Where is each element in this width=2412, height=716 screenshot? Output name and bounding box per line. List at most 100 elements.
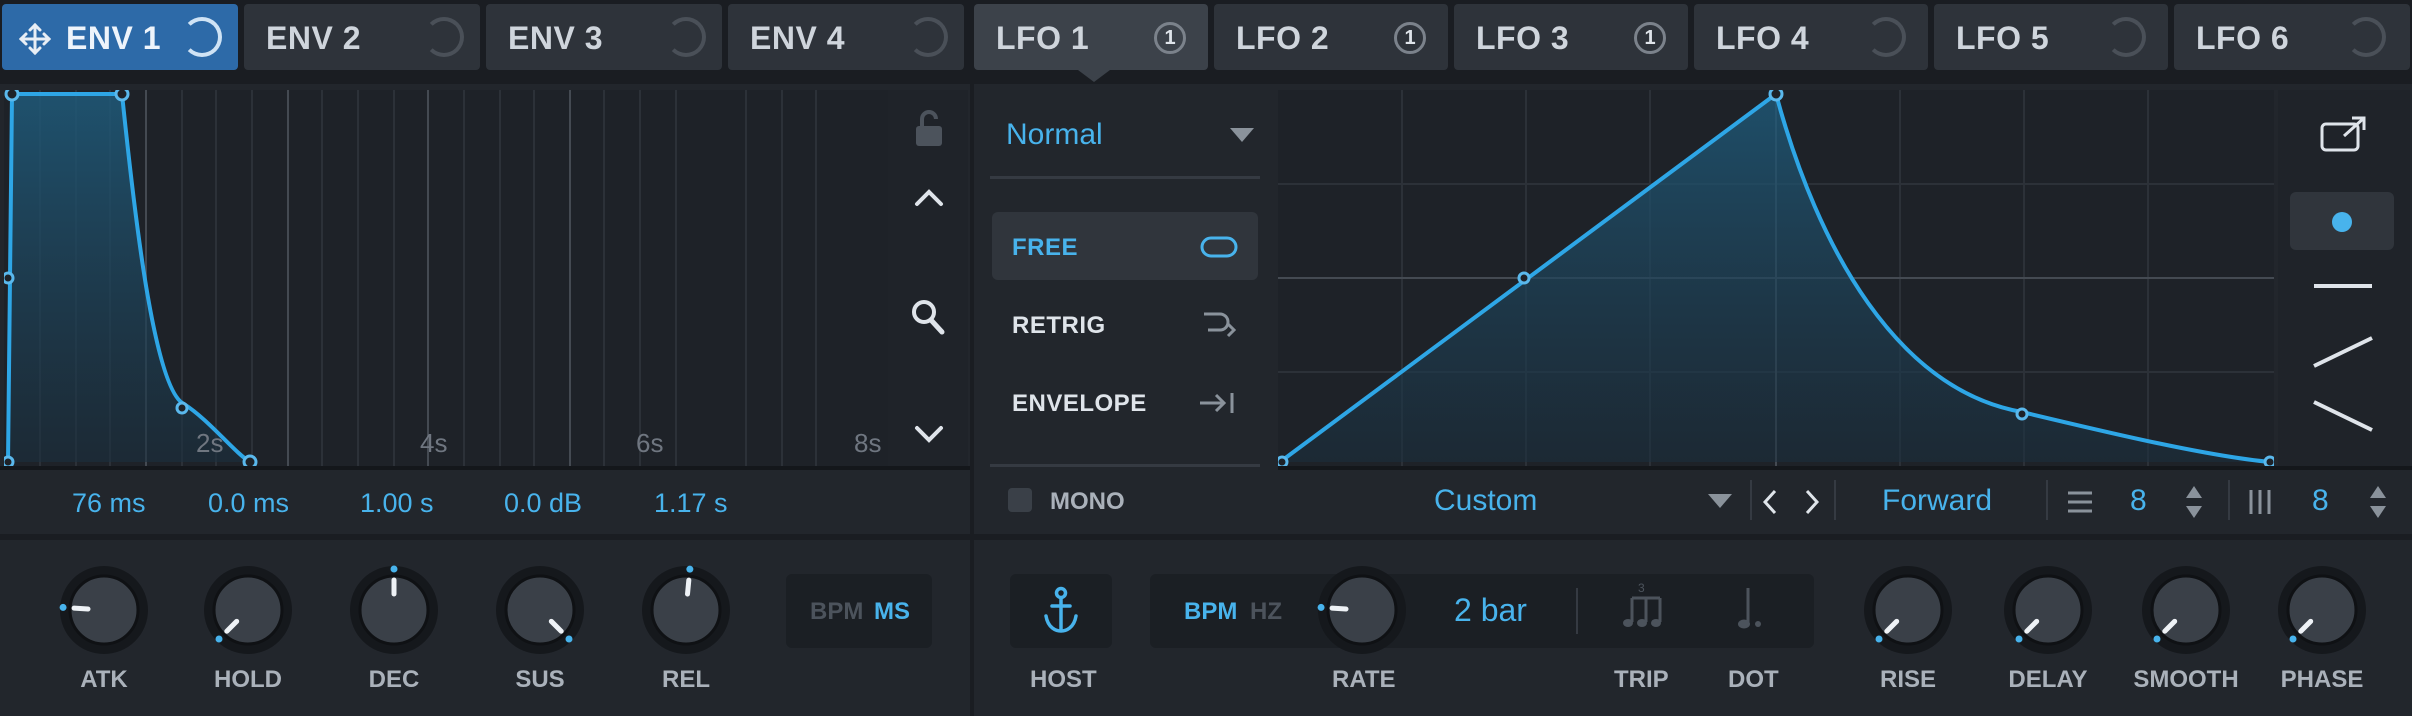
divider [990,464,1260,467]
tab-lfo-1[interactable]: LFO 1 1 [974,4,1208,70]
knob-indicator [685,577,692,597]
trigger-free[interactable]: FREE [992,212,1258,280]
trigger-envelope[interactable]: ENVELOPE [992,368,1258,436]
envelope-graph[interactable] [4,90,888,466]
previous-preset-icon[interactable] [1760,488,1780,516]
caret-down-icon [1230,128,1254,142]
knob-value-marker [1875,635,1883,643]
bpm-option[interactable]: BPM [1184,598,1237,626]
dotted-note-icon[interactable] [1736,584,1766,632]
knob-value-marker [2015,635,2023,643]
sustain-label: SUS [515,666,565,693]
ms-option[interactable]: MS [874,598,910,626]
knob-dial [1317,566,1406,654]
grid-x-value[interactable]: 8 [2312,484,2329,518]
attack-value[interactable]: 76 ms [72,488,146,519]
release-value[interactable]: 1.17 s [654,488,728,519]
decay-knob[interactable] [344,560,444,660]
ramp-down-icon[interactable] [2310,398,2376,434]
knob-dial [1864,566,1952,654]
rate-section: BPM HZ 2 bar [1150,574,1814,648]
rate-knob[interactable] [1312,560,1412,660]
lfo-amount-icon [2106,17,2146,57]
lfo-mode-value: Normal [1006,118,1103,151]
lfo-amount-icon [2346,17,2386,57]
tab-env-4[interactable]: ENV 4 [728,4,964,70]
knob-value-marker [390,565,398,573]
divider [1576,588,1578,634]
tab-env-1[interactable]: ENV 1 [2,4,238,70]
sustain-knob[interactable] [490,560,590,660]
attack-label: ATK [80,666,128,693]
chevron-down-icon[interactable] [914,424,944,446]
tab-lfo-5[interactable]: LFO 5 [1934,4,2168,70]
divider [1834,480,1836,520]
one-shot-icon [1200,393,1234,413]
tab-env-2[interactable]: ENV 2 [244,4,480,70]
point-tool-button[interactable] [2290,192,2394,250]
knob-value-marker [2289,635,2297,643]
lfo-mode-dropdown[interactable]: Normal [990,110,1260,160]
tab-lfo-2[interactable]: LFO 2 1 [1214,4,1448,70]
phase-knob[interactable] [2272,560,2372,660]
sustain-value[interactable]: 0.0 dB [504,488,582,519]
tab-label: LFO 2 [1236,20,1330,56]
decay-value[interactable]: 1.00 s [360,488,434,519]
decay-label: DEC [368,666,420,693]
release-label: REL [662,666,710,693]
tab-label: ENV 3 [508,20,603,56]
bpm-option[interactable]: BPM [810,598,863,626]
release-knob[interactable] [636,560,736,660]
hold-value[interactable]: 0.0 ms [208,488,289,519]
rise-knob[interactable] [1858,560,1958,660]
tab-lfo-6[interactable]: LFO 6 [2174,4,2410,70]
env-amount-icon [424,17,464,57]
delay-knob[interactable] [1998,560,2098,660]
rise-label: RISE [1879,666,1936,693]
unlock-icon[interactable] [912,108,946,148]
zoom-icon[interactable] [910,298,946,336]
knob-indicator [1329,605,1349,612]
grid-columns-icon [2249,490,2271,514]
hz-option[interactable]: HZ [1250,598,1282,626]
next-preset-icon[interactable] [1802,488,1822,516]
move-icon[interactable] [18,22,52,56]
grid-x-stepper-icon[interactable] [2368,484,2388,520]
tab-lfo-3[interactable]: LFO 3 1 [1454,4,1688,70]
grid-y-value[interactable]: 8 [2130,484,2147,518]
env-time-mode-switch[interactable]: BPM MS [786,574,932,648]
grid-y-stepper-icon[interactable] [2184,484,2204,520]
shape-preset-value: Custom [1434,484,1538,517]
knob-indicator [71,605,91,612]
direction-value[interactable]: Forward [1882,484,1992,518]
mono-checkbox[interactable] [1008,488,1032,512]
export-icon[interactable] [2320,116,2368,152]
flat-line-icon[interactable] [2310,272,2376,302]
rate-value[interactable]: 2 bar [1454,592,1527,629]
lfo-shape-graph[interactable] [1278,90,2274,466]
anchor-icon [1044,586,1078,633]
shape-preset-dropdown[interactable]: Custom [1278,470,1750,532]
trip-label: TRIP [1614,666,1669,693]
attack-knob[interactable] [54,560,154,660]
divider [0,466,970,470]
retrig-label: RETRIG [1012,312,1106,339]
hold-knob[interactable] [198,560,298,660]
time-label-4s: 4s [420,428,448,458]
triplet-icon[interactable]: 3 [1620,582,1666,632]
host-sync-button[interactable] [1010,574,1112,648]
knob-value-marker [1317,603,1325,611]
phase-label: PHASE [2280,666,2364,693]
smooth-label: SMOOTH [2133,666,2239,693]
knob-value-marker [2153,635,2161,643]
tab-lfo-4[interactable]: LFO 4 [1694,4,1928,70]
rate-label: RATE [1332,666,1396,693]
trigger-retrig[interactable]: RETRIG [992,290,1258,358]
delay-label: DELAY [2008,666,2088,693]
divider [2046,480,2048,520]
tab-env-3[interactable]: ENV 3 [486,4,722,70]
smooth-knob[interactable] [2136,560,2236,660]
time-label-2s: 2s [196,428,224,458]
chevron-up-icon[interactable] [914,186,944,208]
ramp-up-icon[interactable] [2310,334,2376,370]
